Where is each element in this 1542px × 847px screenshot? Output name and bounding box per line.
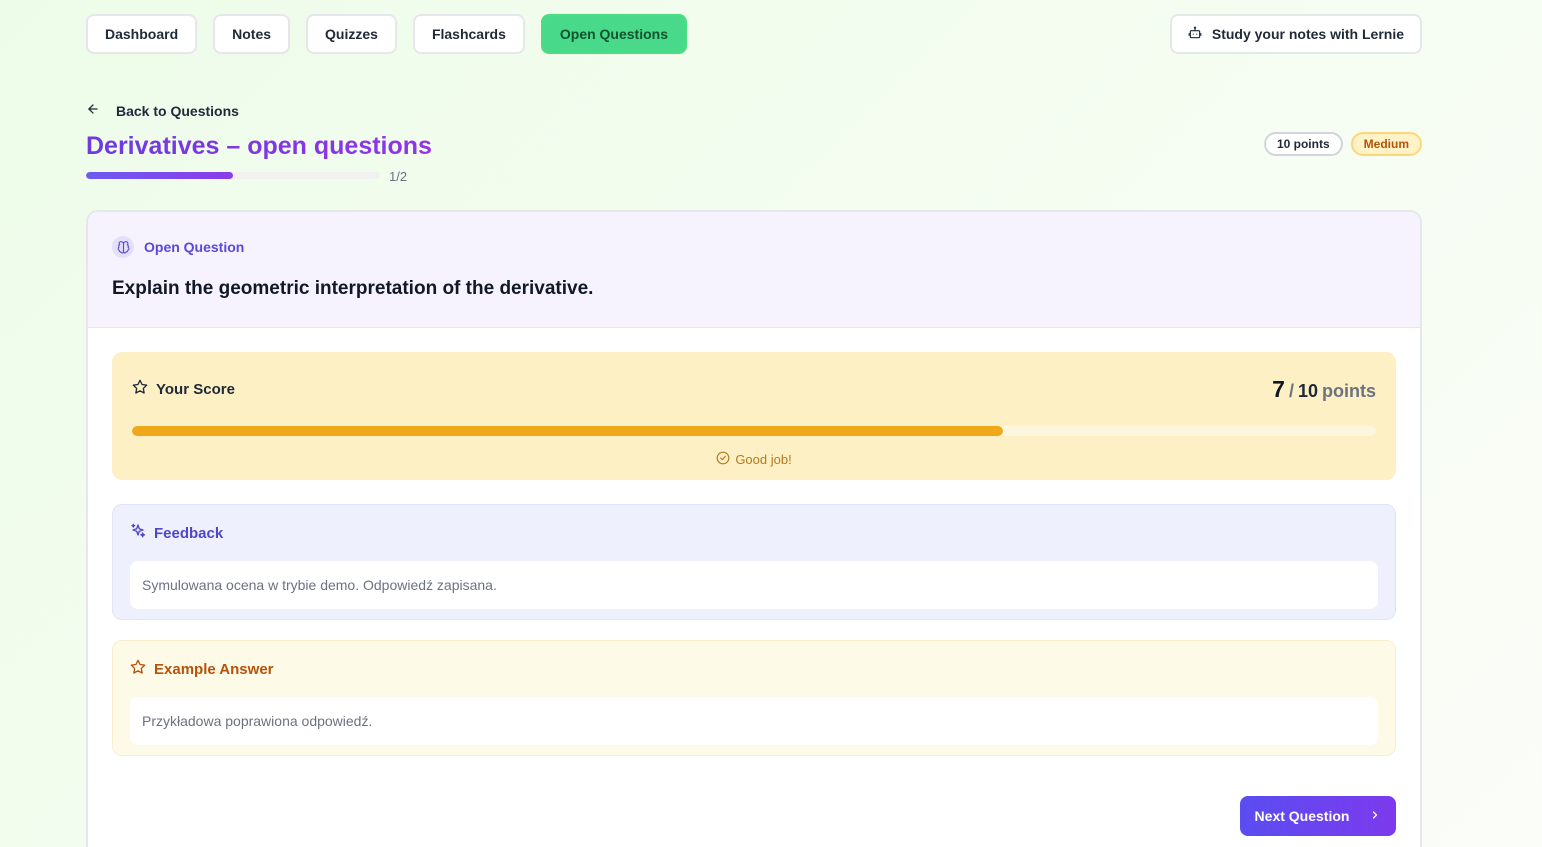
score-message-label: Good job! <box>735 452 792 467</box>
study-with-lernie-button[interactable]: Study your notes with Lernie <box>1169 14 1422 54</box>
feedback-text: Symulowana ocena w trybie demo. Odpowied… <box>130 561 1378 609</box>
question-card: Open Question Explain the geometric inte… <box>86 210 1422 847</box>
page-title: Derivatives – open questions <box>86 132 432 160</box>
question-badges: 10 points Medium <box>1263 132 1422 156</box>
question-header: Open Question Explain the geometric inte… <box>88 212 1420 328</box>
score-bar <box>132 426 1376 436</box>
question-progress-bar <box>86 172 380 179</box>
feedback-panel: Feedback Symulowana ocena w trybie demo.… <box>112 504 1396 620</box>
question-progress-fill <box>86 172 233 179</box>
brain-icon <box>112 236 134 258</box>
robot-icon <box>1188 26 1202 43</box>
feedback-title: Feedback <box>130 505 1378 561</box>
score-bar-fill <box>132 426 1003 436</box>
top-nav: Dashboard Notes Quizzes Flashcards Open … <box>86 14 687 54</box>
example-answer-panel: Example Answer Przykładowa poprawiona od… <box>112 640 1396 756</box>
study-with-lernie-label: Study your notes with Lernie <box>1211 26 1404 42</box>
score-separator: / <box>1288 380 1294 401</box>
nav-notes-button[interactable]: Notes <box>213 14 291 54</box>
back-to-questions-link[interactable]: Back to Questions <box>86 102 239 119</box>
question-text: Explain the geometric interpretation of … <box>112 278 594 299</box>
points-badge: 10 points <box>1263 132 1343 156</box>
score-max: 10 <box>1297 380 1318 401</box>
score-panel: Your Score 7 / 10 points Good job! <box>112 352 1396 480</box>
back-to-questions-label: Back to Questions <box>116 102 239 119</box>
nav-flashcards-button[interactable]: Flashcards <box>412 14 525 54</box>
score-title-label: Your Score <box>156 380 235 398</box>
example-answer-title: Example Answer <box>130 641 1378 697</box>
star-icon <box>132 379 148 399</box>
score-title: Your Score <box>132 379 235 399</box>
star-icon <box>130 659 146 679</box>
question-progress-label: 1/2 <box>389 169 408 184</box>
example-answer-title-label: Example Answer <box>154 660 274 678</box>
example-answer-text: Przykładowa poprawiona odpowiedź. <box>130 697 1378 745</box>
score-value: 7 / 10 points <box>1272 376 1376 403</box>
difficulty-badge: Medium <box>1350 132 1422 156</box>
next-question-button[interactable]: Next Question <box>1240 796 1396 836</box>
sparkles-icon <box>130 523 146 543</box>
nav-open-questions-button[interactable]: Open Questions <box>540 14 687 54</box>
question-type-label: Open Question <box>144 239 245 255</box>
arrow-left-icon <box>86 102 100 119</box>
next-question-label: Next Question <box>1254 808 1350 824</box>
question-type: Open Question <box>112 236 1396 258</box>
score-unit: points <box>1322 380 1376 401</box>
check-circle-icon <box>716 451 730 468</box>
score-message: Good job! <box>132 451 1376 468</box>
feedback-title-label: Feedback <box>154 524 224 542</box>
chevron-right-icon <box>1369 808 1381 824</box>
nav-quizzes-button[interactable]: Quizzes <box>306 14 397 54</box>
score-earned: 7 <box>1272 375 1285 402</box>
nav-dashboard-button[interactable]: Dashboard <box>86 14 198 54</box>
